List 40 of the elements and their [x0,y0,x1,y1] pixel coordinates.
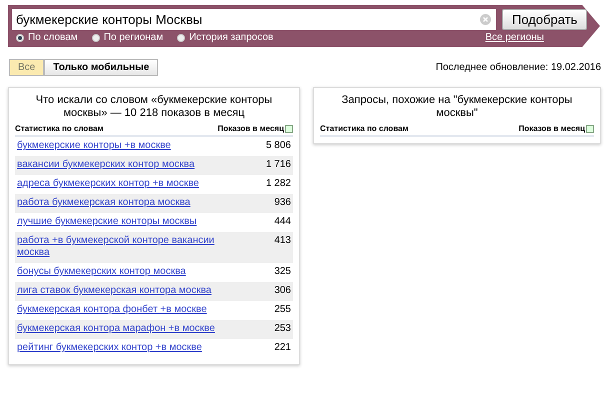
count-cell-text: 221 [274,342,292,354]
column-header: Статистика по словам [320,124,408,133]
filter-tab[interactable]: Только мобильные [44,59,158,76]
phrase-link[interactable]: работа +в букмекерской конторе вакансии москва [17,235,232,259]
count-cell-text: 413 [274,235,292,247]
count-cell-text: 444 [274,216,292,228]
count-cell-text: 5 806 [266,140,292,152]
phrase-link[interactable]: рейтинг букмекерских контор +в москве [17,342,232,354]
last-update-text: Последнее обновление: 19.02.2016 [436,62,601,73]
count-cell-text: 306 [274,285,292,297]
count-cell-text: 255 [274,304,292,316]
phrase-link[interactable]: букмекерские конторы +в москве [17,140,232,152]
radio-button[interactable] [16,34,24,42]
count-cell-text: 1 716 [266,159,292,171]
radio-label[interactable]: По словам [28,32,78,43]
column-header: Статистика по словам [15,124,104,133]
submit-button[interactable]: Подобрать [502,9,588,30]
phrase-link[interactable]: адреса букмекерских контор +в москве [17,178,232,190]
count-cell-text: 1 282 [266,178,292,190]
regions-link[interactable]: Все регионы [485,32,544,43]
count-cell-text: 936 [274,197,292,209]
column-header: Показов в месяц [518,124,585,133]
count-cell-text: 253 [274,323,292,335]
phrase-link[interactable]: работа букмекерская контора москва [17,197,232,209]
radio-button[interactable] [177,34,186,42]
phrase-link[interactable]: букмекерская контора фонбет +в москве [17,304,232,316]
column-header: Показов в месяц [218,124,284,133]
phrase-link[interactable]: вакансии букмекерских контор москва [17,159,232,171]
filter-tab[interactable]: Все [9,59,44,76]
count-cell-text: 325 [274,266,292,278]
panel-title: Что искали со словом «букмекерские конторы москвы» — 10 218 показов в месяц [34,94,274,120]
phrase-link[interactable]: бонусы букмекерских контор москва [17,266,232,278]
phrase-link[interactable]: букмекерская контора марафон +в москве [17,323,232,335]
phrase-link[interactable]: лучшие букмекерские конторы москвы [17,216,232,228]
phrase-link[interactable]: лига ставок букмекерская контора москва [17,285,232,297]
radio-button[interactable] [92,34,100,42]
panel-title: Запросы, похожие на "букмекерские конторы москвы" [340,94,574,120]
search-field[interactable]: букмекерские конторы Москвы [12,9,496,30]
radio-label[interactable]: История запросов [189,32,274,43]
radio-label[interactable]: По регионам [104,32,164,43]
